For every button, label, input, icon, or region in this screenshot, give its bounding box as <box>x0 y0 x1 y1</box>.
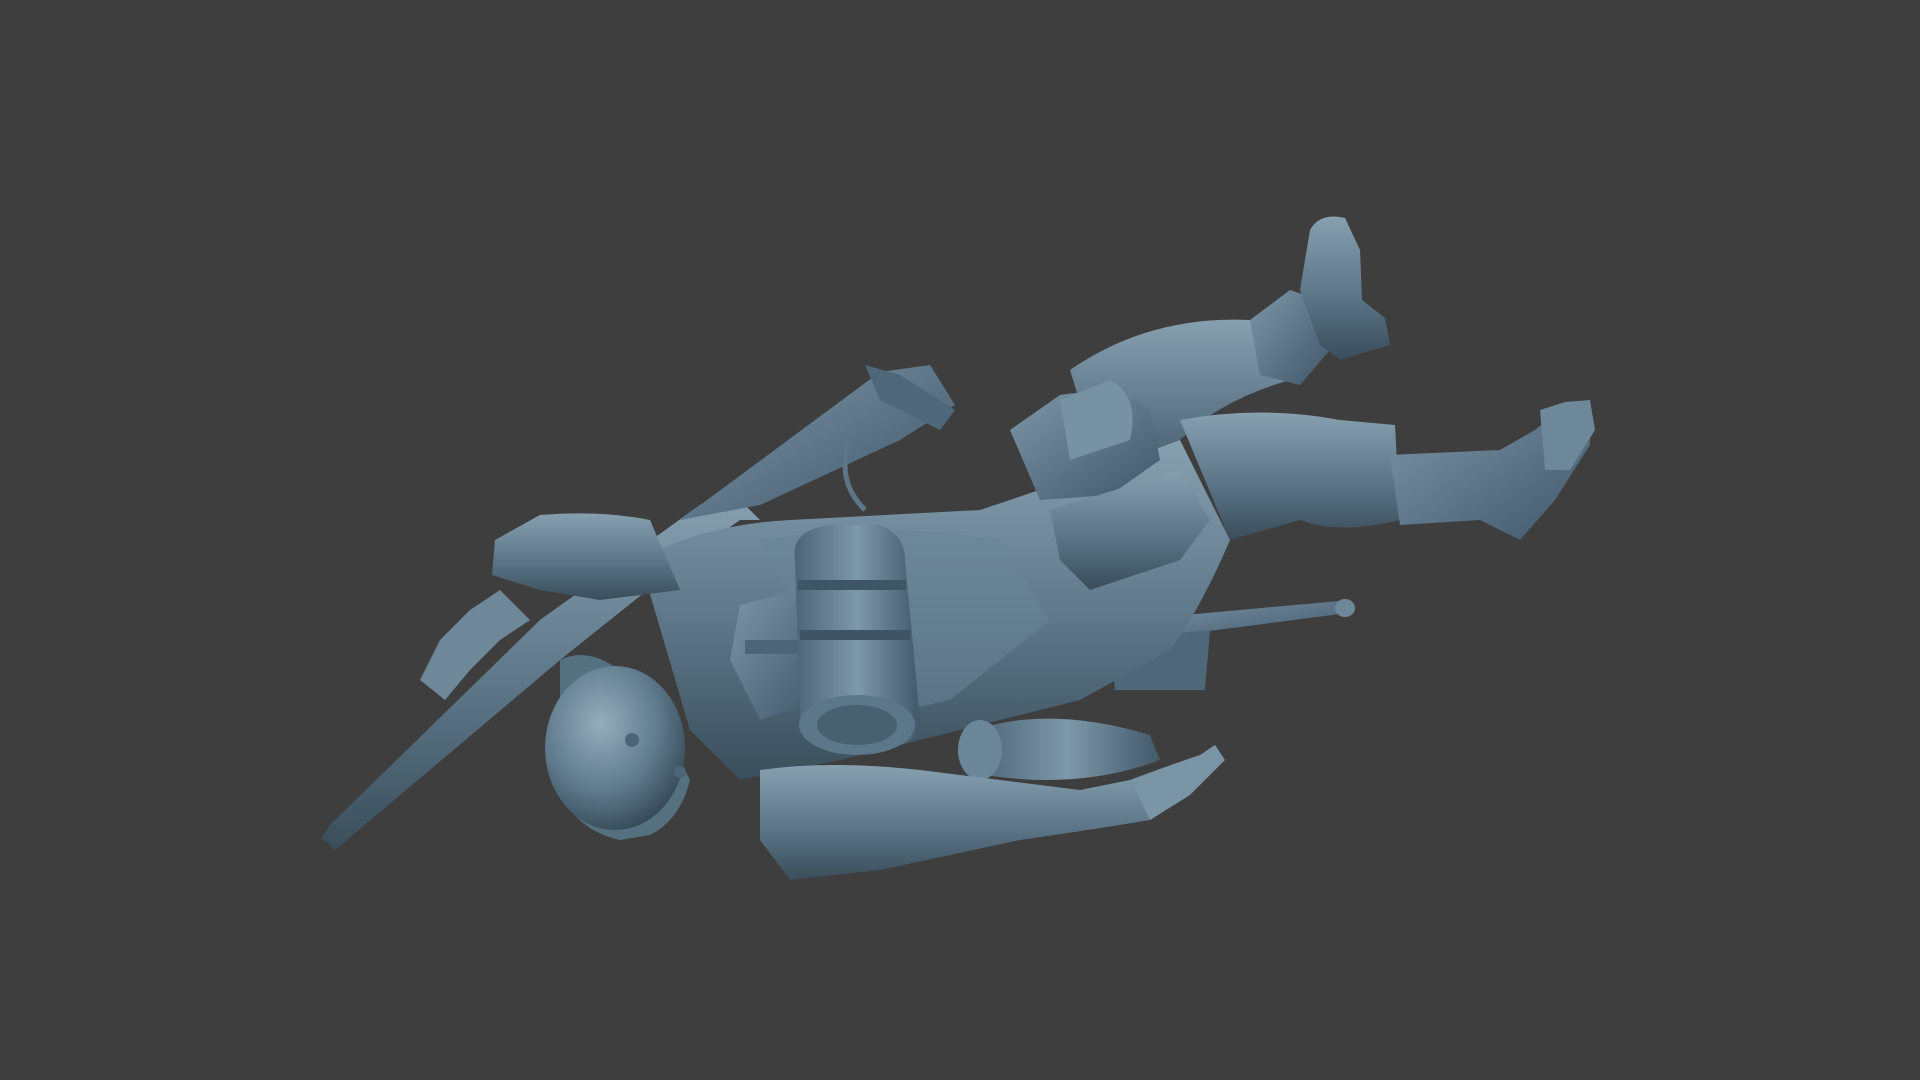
gas-mask-canister <box>958 718 1160 780</box>
helmet <box>545 655 690 840</box>
sculpt-render <box>322 216 1595 880</box>
canteen <box>794 525 920 755</box>
3d-viewport[interactable] <box>0 0 1920 1080</box>
lower-leg <box>1180 400 1595 540</box>
